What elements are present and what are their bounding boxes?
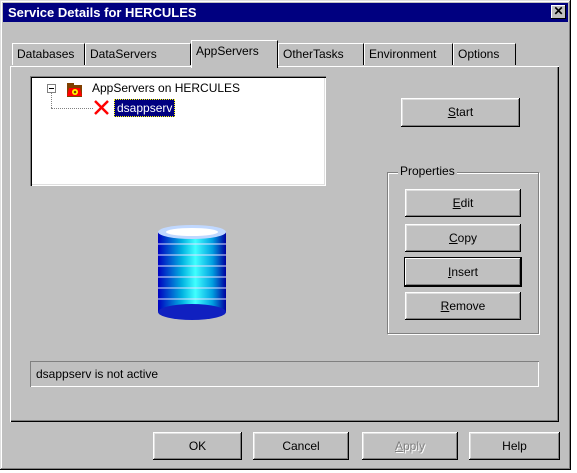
cancel-button[interactable]: Cancel (253, 432, 349, 460)
tab-label: Environment (369, 47, 437, 61)
status-text: dsappserv is not active (36, 367, 159, 381)
properties-label: Properties (398, 164, 457, 178)
tab-label: Options (458, 47, 500, 61)
appservers-folder-icon (67, 83, 82, 97)
remove-label: Remove (440, 299, 486, 313)
tab-label: OtherTasks (283, 47, 344, 61)
tab-dataservers[interactable]: DataServers (85, 43, 191, 65)
appserver-tree[interactable]: AppServers on HERCULES dsappserv (30, 76, 326, 186)
close-button[interactable]: ✕ (551, 5, 566, 19)
status-bar: dsappserv is not active (30, 361, 539, 387)
insert-button[interactable]: Insert (405, 258, 521, 286)
tab-label: AppServers (196, 44, 259, 58)
apply-button[interactable]: Apply (362, 432, 458, 460)
help-label: Help (502, 439, 527, 453)
start-button[interactable]: Start (401, 98, 520, 127)
ok-button[interactable]: OK (153, 432, 242, 460)
insert-label: Insert (447, 265, 479, 279)
cancel-label: Cancel (282, 439, 320, 453)
help-button[interactable]: Help (469, 432, 560, 460)
tab-environment[interactable]: Environment (364, 43, 453, 65)
copy-button[interactable]: Copy (405, 224, 521, 252)
tree-root-label[interactable]: AppServers on HERCULES (92, 81, 240, 95)
apply-label: Apply (394, 439, 426, 453)
tree-connector (51, 93, 52, 108)
tab-label: DataServers (90, 47, 157, 61)
window-title: Service Details for HERCULES (8, 5, 197, 20)
edit-label: Edit (452, 196, 474, 210)
tree-item-dsappserv[interactable]: dsappserv (114, 99, 176, 117)
tab-othertasks[interactable]: OtherTasks (278, 43, 364, 65)
tab-appservers[interactable]: AppServers (191, 40, 278, 68)
collapse-icon[interactable] (47, 84, 56, 93)
ok-label: OK (188, 439, 207, 453)
service-details-dialog: Service Details for HERCULES ✕ Databases… (0, 0, 571, 470)
close-icon: ✕ (553, 4, 564, 18)
remove-button[interactable]: Remove (405, 292, 521, 320)
tab-options[interactable]: Options (453, 43, 516, 65)
inactive-x-icon (94, 100, 109, 115)
tab-label: Databases (17, 47, 75, 61)
copy-label: Copy (448, 231, 478, 245)
start-label: Start (447, 105, 474, 119)
edit-button[interactable]: Edit (405, 189, 521, 217)
title-bar[interactable]: Service Details for HERCULES ✕ (3, 3, 568, 22)
database-cylinder-icon (158, 225, 226, 320)
tab-databases[interactable]: Databases (12, 43, 85, 65)
tree-connector (51, 108, 93, 109)
